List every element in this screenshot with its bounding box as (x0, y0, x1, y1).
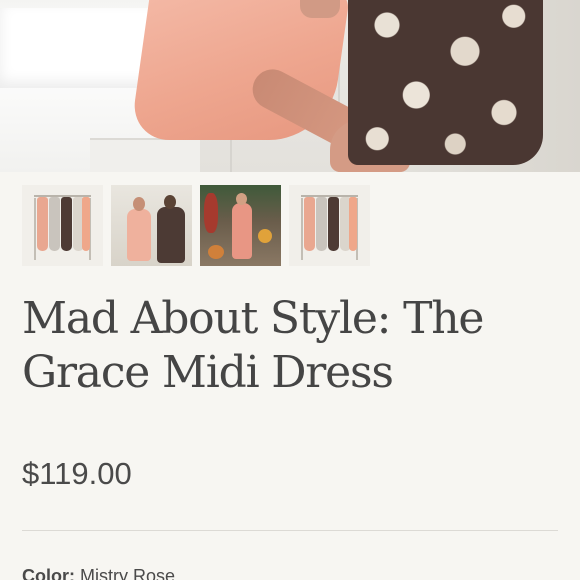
garment (61, 197, 72, 251)
color-value: Mistry Rose (80, 566, 176, 580)
person-floral (157, 207, 185, 263)
flowers (204, 193, 218, 233)
thumbnail-1[interactable] (22, 185, 103, 266)
garment (37, 197, 48, 251)
thumbnail-4[interactable] (289, 185, 370, 266)
color-selector[interactable]: Color: Mistry Rose (22, 566, 175, 580)
garment (49, 197, 60, 251)
head (236, 193, 247, 205)
garment (82, 197, 90, 251)
hero-product-image[interactable] (0, 0, 580, 172)
color-label: Color: (22, 566, 75, 580)
person-pink (127, 209, 151, 261)
floral-dress-graphic (348, 0, 543, 165)
rack-leg (301, 198, 303, 260)
divider (22, 530, 558, 531)
thumbnail-3[interactable] (200, 185, 281, 266)
hand-graphic (300, 0, 340, 18)
head (133, 197, 145, 211)
pumpkin (258, 229, 272, 243)
rack-leg (34, 198, 36, 260)
garment (328, 197, 339, 251)
garment (349, 197, 357, 251)
thumbnail-strip (22, 185, 370, 266)
product-price: $119.00 (22, 456, 132, 491)
person-pink (232, 203, 252, 259)
thumbnail-2[interactable] (111, 185, 192, 266)
drawer-graphic (90, 138, 200, 172)
garment (316, 197, 327, 251)
head (164, 195, 176, 209)
garment (304, 197, 315, 251)
pumpkin (208, 245, 224, 259)
product-title: Mad About Style: The Grace Midi Dress (22, 293, 484, 398)
